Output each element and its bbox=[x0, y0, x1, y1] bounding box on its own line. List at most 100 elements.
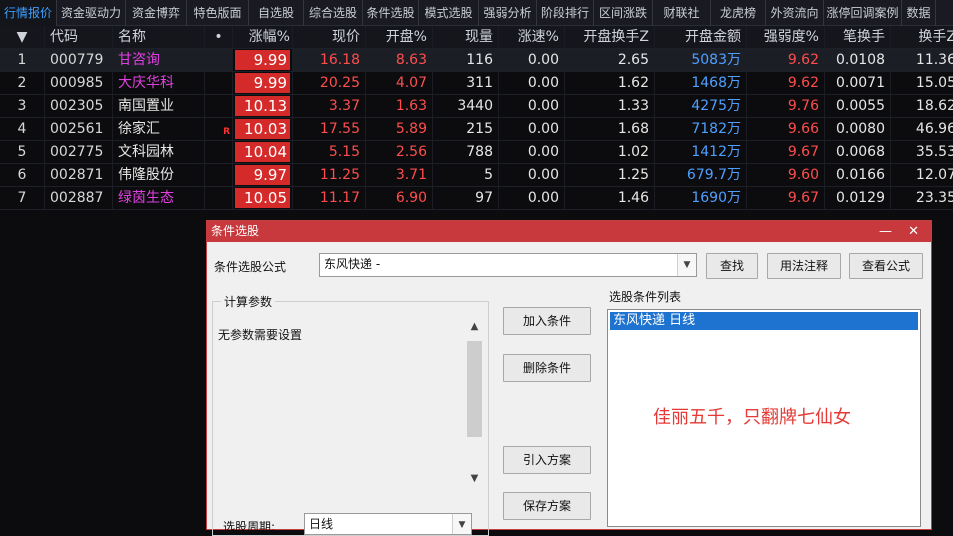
import-scheme-button[interactable]: 引入方案 bbox=[503, 446, 591, 474]
col-code[interactable]: 代码 bbox=[45, 26, 113, 48]
table-row[interactable]: 2 000985 大庆华科 9.99 20.25 4.07 311 0.00 1.62 1468万… bbox=[0, 72, 953, 95]
scroll-thumb[interactable] bbox=[467, 341, 482, 437]
stock-code: 000985 bbox=[45, 72, 113, 94]
table-row[interactable]: 4 002561 徐家汇 R 10.03 17.55 5.89 215 0.00 1.68 7182… bbox=[0, 118, 953, 141]
col-turnover[interactable]: 换手Z bbox=[891, 26, 953, 48]
col-change-pct[interactable]: 涨幅% bbox=[233, 26, 293, 48]
stock-code: 002561 bbox=[45, 118, 113, 140]
params-scrollbar[interactable]: ▲ ▼ bbox=[465, 321, 484, 489]
col-open-amount[interactable]: 开盘金额 bbox=[655, 26, 747, 48]
row-index: 2 bbox=[0, 72, 45, 94]
col-price[interactable]: 现价 bbox=[293, 26, 366, 48]
row-index: 1 bbox=[0, 49, 45, 71]
period-label: 选股周期: bbox=[223, 520, 276, 534]
col-tick-turnover[interactable]: 笔换手 bbox=[825, 26, 891, 48]
open-amount: 7182万 bbox=[655, 118, 747, 140]
stock-name: 绿茵生态 bbox=[113, 187, 205, 209]
tab-item[interactable]: 区间涨跌 bbox=[594, 0, 653, 26]
period-select[interactable]: 日线 ▼ bbox=[304, 513, 472, 535]
chevron-down-icon[interactable]: ▼ bbox=[677, 254, 696, 276]
view-formula-button[interactable]: 查看公式 bbox=[849, 253, 923, 279]
open-amount: 1468万 bbox=[655, 72, 747, 94]
badge-cell bbox=[205, 141, 233, 163]
col-volume[interactable]: 现量 bbox=[433, 26, 499, 48]
find-button[interactable]: 查找 bbox=[706, 253, 758, 279]
save-scheme-button[interactable]: 保存方案 bbox=[503, 492, 591, 520]
sort-arrow-icon[interactable]: ▼ bbox=[0, 26, 45, 48]
tab-item[interactable]: 涨停回调案例 bbox=[824, 0, 902, 26]
open-pct: 8.63 bbox=[366, 49, 433, 71]
change-pct-cell: 9.97 bbox=[233, 164, 293, 186]
stock-code: 002871 bbox=[45, 164, 113, 186]
change-pct: 10.13 bbox=[235, 96, 290, 116]
tab-item[interactable]: 龙虎榜 bbox=[711, 0, 766, 26]
open-amount: 5083万 bbox=[655, 49, 747, 71]
scroll-up-icon[interactable]: ▲ bbox=[465, 321, 484, 332]
tab-item[interactable]: 行情报价 bbox=[0, 0, 57, 26]
condition-list-title: 选股条件列表 bbox=[609, 290, 682, 304]
tab-item[interactable]: 模式选股 bbox=[419, 0, 479, 26]
change-pct-cell: 9.99 bbox=[233, 72, 293, 94]
col-speed[interactable]: 涨速% bbox=[499, 26, 565, 48]
col-open-turnover[interactable]: 开盘换手Z bbox=[565, 26, 655, 48]
tab-item[interactable]: 综合选股 bbox=[304, 0, 363, 26]
volume: 215 bbox=[433, 118, 499, 140]
tab-item[interactable]: 特色版面 bbox=[187, 0, 249, 26]
stock-name: 徐家汇 bbox=[113, 118, 205, 140]
params-title: 计算参数 bbox=[221, 293, 276, 310]
tab-item[interactable]: 资金博弈 bbox=[126, 0, 187, 26]
tab-item[interactable]: 数据 bbox=[902, 0, 936, 26]
change-pct: 9.97 bbox=[235, 165, 290, 185]
open-turnover: 1.62 bbox=[565, 72, 655, 94]
window-controls[interactable]: — ✕ bbox=[879, 221, 925, 242]
row-index: 5 bbox=[0, 141, 45, 163]
strength: 9.62 bbox=[747, 49, 825, 71]
stock-name: 南国置业 bbox=[113, 95, 205, 117]
usage-notes-button[interactable]: 用法注释 bbox=[767, 253, 841, 279]
tab-item[interactable]: 自选股 bbox=[249, 0, 304, 26]
turnover: 11.36 bbox=[891, 49, 953, 71]
speed: 0.00 bbox=[499, 164, 565, 186]
dialog-title-bar[interactable]: 条件选股 — ✕ bbox=[207, 221, 931, 242]
table-row[interactable]: 5 002775 文科园林 10.04 5.15 2.56 788 0.00 1.02 1412万… bbox=[0, 141, 953, 164]
period-value: 日线 bbox=[309, 517, 334, 531]
volume: 97 bbox=[433, 187, 499, 209]
chevron-down-icon[interactable]: ▼ bbox=[452, 514, 471, 534]
price: 17.55 bbox=[293, 118, 366, 140]
tab-item[interactable]: 强弱分析 bbox=[479, 0, 537, 26]
tab-item[interactable]: 阶段排行 bbox=[537, 0, 594, 26]
volume: 788 bbox=[433, 141, 499, 163]
badge-cell: R bbox=[205, 118, 233, 140]
delete-condition-button[interactable]: 删除条件 bbox=[503, 354, 591, 382]
row-index: 7 bbox=[0, 187, 45, 209]
price: 5.15 bbox=[293, 141, 366, 163]
tab-item[interactable]: 条件选股 bbox=[363, 0, 419, 26]
table-row[interactable]: 3 002305 南国置业 10.13 3.37 1.63 3440 0.00 1.33 4275… bbox=[0, 95, 953, 118]
change-pct: 10.05 bbox=[235, 188, 290, 208]
volume: 5 bbox=[433, 164, 499, 186]
tick-turnover: 0.0055 bbox=[825, 95, 891, 117]
col-strength[interactable]: 强弱度% bbox=[747, 26, 825, 48]
badge-cell bbox=[205, 49, 233, 71]
open-turnover: 1.25 bbox=[565, 164, 655, 186]
table-row[interactable]: 6 002871 伟隆股份 9.97 11.25 3.71 5 0.00 1.25 679.7万 9… bbox=[0, 164, 953, 187]
open-amount: 1690万 bbox=[655, 187, 747, 209]
tab-item[interactable]: 资金驱动力 bbox=[57, 0, 126, 26]
table-row[interactable]: 1 000779 甘咨询 9.99 16.18 8.63 116 0.00 2.65 5083万 9… bbox=[0, 49, 953, 72]
tab-item[interactable]: 外资流向 bbox=[766, 0, 824, 26]
speed: 0.00 bbox=[499, 187, 565, 209]
list-item[interactable]: 东风快递 日线 bbox=[610, 312, 918, 330]
change-pct: 10.04 bbox=[235, 142, 290, 162]
formula-select[interactable]: 东风快递 - ▼ bbox=[319, 253, 697, 277]
col-open-pct[interactable]: 开盘% bbox=[366, 26, 433, 48]
scroll-down-icon[interactable]: ▼ bbox=[465, 473, 484, 484]
table-row[interactable]: 7 002887 绿茵生态 10.05 11.17 6.90 97 0.00 1.46 1690万… bbox=[0, 187, 953, 210]
col-name[interactable]: 名称 bbox=[113, 26, 205, 48]
tick-turnover: 0.0108 bbox=[825, 49, 891, 71]
stock-name: 文科园林 bbox=[113, 141, 205, 163]
open-pct: 4.07 bbox=[366, 72, 433, 94]
add-condition-button[interactable]: 加入条件 bbox=[503, 307, 591, 335]
tab-item[interactable]: 财联社 bbox=[653, 0, 711, 26]
top-tab-bar: 行情报价 资金驱动力 资金博弈 特色版面 自选股 综合选股 条件选股 模式选股 强弱分析 阶段排行… bbox=[0, 0, 953, 26]
col-dot: • bbox=[205, 26, 233, 48]
